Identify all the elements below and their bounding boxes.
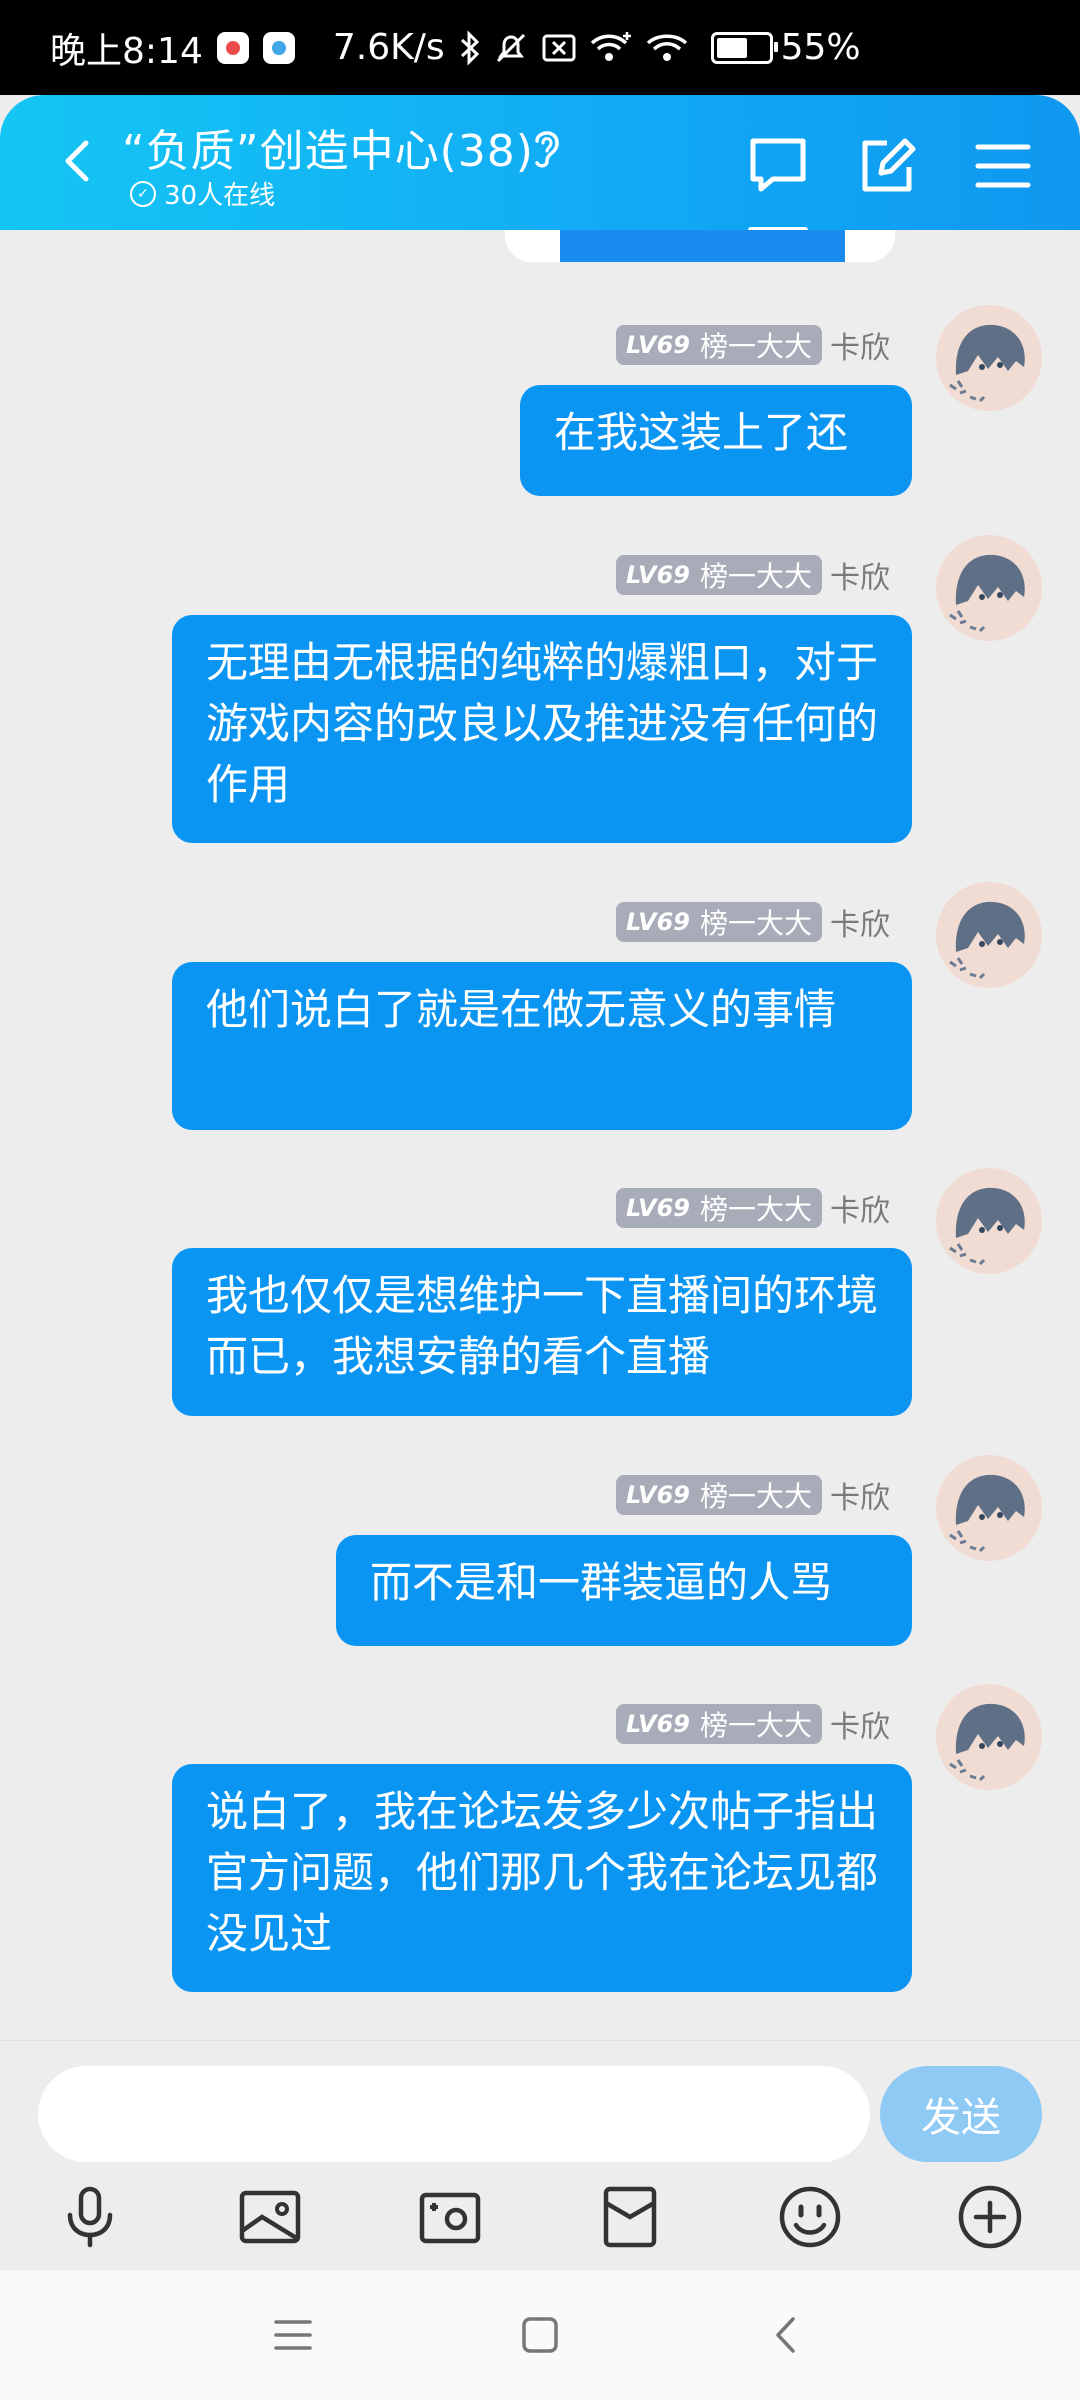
menu-icon[interactable] — [970, 133, 1036, 199]
app-notification-icon — [216, 31, 249, 64]
sender-meta: LV69 榜一大大 卡欣 — [616, 1186, 890, 1230]
member-badge: LV69 榜一大大 — [616, 555, 822, 595]
wifi-plus-icon — [589, 31, 633, 65]
message-text: 无理由无根据的纯粹的爆粗口，对于游戏内容的改良以及推进没有任何的作用 — [206, 638, 879, 809]
chat-header: “负质”创造中心(38) ✓ 30人在线 — [0, 95, 1080, 233]
red-packet-icon[interactable] — [594, 2181, 666, 2253]
sender-name[interactable]: 卡欣 — [830, 1473, 890, 1517]
title-tag: 榜一大大 — [699, 1709, 812, 1742]
level-label: LV69 — [626, 561, 690, 589]
sender-name[interactable]: 卡欣 — [830, 1186, 890, 1230]
message-bubble[interactable]: 无理由无根据的纯粹的爆粗口，对于游戏内容的改良以及推进没有任何的作用 — [172, 615, 912, 843]
emoji-icon[interactable] — [774, 2181, 846, 2253]
message-input[interactable] — [38, 2066, 870, 2162]
sender-meta: LV69 榜一大大 卡欣 — [616, 1473, 890, 1517]
bluetooth-icon — [459, 29, 481, 66]
title-tag: 榜一大大 — [699, 560, 812, 593]
sender-meta: LV69 榜一大大 卡欣 — [616, 323, 890, 367]
message-text: 在我这装上了还 — [554, 408, 849, 457]
message-text: 而不是和一群装逼的人骂 — [370, 1558, 833, 1607]
level-label: LV69 — [626, 908, 690, 936]
network-speed: 7.6K/s — [332, 27, 445, 68]
camera-icon[interactable] — [414, 2181, 486, 2253]
mute-icon — [493, 30, 529, 66]
avatar[interactable] — [936, 305, 1042, 411]
level-label: LV69 — [626, 1710, 690, 1738]
message-text: 我也仅仅是想维护一下直播间的环境而已，我想安静的看个直播 — [206, 1271, 879, 1381]
status-time: 晚上8:14 — [50, 30, 203, 72]
message-text: 说白了，我在论坛发多少次帖子指出官方问题，他们那几个我在论坛见都没见过 — [206, 1787, 879, 1958]
sender-name[interactable]: 卡欣 — [830, 553, 890, 597]
image-icon[interactable] — [234, 2181, 306, 2253]
send-button[interactable]: 发送 — [880, 2066, 1042, 2162]
title-tag: 榜一大大 — [699, 330, 812, 363]
message-list[interactable]: LV69 榜一大大 卡欣 在我这装上了还 LV69 榜一大大 卡欣 无理由无根据… — [0, 230, 1080, 2040]
online-count: ✓ 30人在线 — [130, 175, 275, 212]
ear-icon — [535, 131, 559, 168]
previous-message-content — [560, 230, 845, 262]
title-tag: 榜一大大 — [699, 907, 812, 940]
previous-message-card — [505, 230, 895, 262]
system-nav-bar — [0, 2270, 1080, 2400]
member-badge: LV69 榜一大大 — [616, 1475, 822, 1515]
level-label: LV69 — [626, 1481, 690, 1509]
title-tag: 榜一大大 — [699, 1193, 812, 1226]
member-badge: LV69 榜一大大 — [616, 1704, 822, 1744]
level-label: LV69 — [626, 1194, 690, 1222]
message-bubble[interactable]: 在我这装上了还 — [520, 385, 912, 496]
avatar[interactable] — [936, 1168, 1042, 1274]
member-badge: LV69 榜一大大 — [616, 325, 822, 365]
plus-icon[interactable] — [954, 2181, 1026, 2253]
message-text: 他们说白了就是在做无意义的事情 — [206, 985, 837, 1034]
sender-name[interactable]: 卡欣 — [830, 900, 890, 944]
message-bubble[interactable]: 他们说白了就是在做无意义的事情 — [172, 962, 912, 1130]
online-indicator-icon: ✓ — [130, 180, 156, 207]
no-sim-icon — [541, 33, 577, 63]
chat-icon[interactable] — [745, 133, 811, 199]
member-badge: LV69 榜一大大 — [616, 1188, 822, 1228]
sender-name[interactable]: 卡欣 — [830, 323, 890, 367]
title-tag: 榜一大大 — [699, 1480, 812, 1513]
edit-icon[interactable] — [855, 133, 921, 199]
sender-meta: LV69 榜一大大 卡欣 — [616, 553, 890, 597]
nav-home-icon[interactable] — [515, 2310, 565, 2360]
message-bubble[interactable]: 而不是和一群装逼的人骂 — [336, 1535, 912, 1646]
nav-back-icon[interactable] — [762, 2310, 812, 2360]
message-bubble[interactable]: 说白了，我在论坛发多少次帖子指出官方问题，他们那几个我在论坛见都没见过 — [172, 1764, 912, 1992]
avatar[interactable] — [936, 1455, 1042, 1561]
wifi-icon — [645, 31, 689, 65]
sender-name[interactable]: 卡欣 — [830, 1702, 890, 1746]
level-label: LV69 — [626, 331, 690, 359]
back-icon[interactable] — [48, 131, 108, 191]
sender-meta: LV69 榜一大大 卡欣 — [616, 900, 890, 944]
message-bubble[interactable]: 我也仅仅是想维护一下直播间的环境而已，我想安静的看个直播 — [172, 1248, 912, 1416]
app-notification-icon — [262, 31, 295, 64]
mic-icon[interactable] — [54, 2181, 126, 2253]
avatar[interactable] — [936, 1684, 1042, 1790]
battery-icon — [710, 31, 778, 64]
status-bar: 晚上8:14 7.6K/s 55% — [0, 0, 1080, 95]
group-title[interactable]: “负质”创造中心(38) — [122, 115, 534, 179]
avatar[interactable] — [936, 882, 1042, 988]
member-badge: LV69 榜一大大 — [616, 902, 822, 942]
input-bar: 发送 — [0, 2040, 1080, 2271]
battery-percent: 55% — [780, 27, 861, 68]
online-count-label: 30人在线 — [164, 181, 276, 211]
avatar[interactable] — [936, 535, 1042, 641]
nav-menu-icon[interactable] — [268, 2310, 318, 2360]
sender-meta: LV69 榜一大大 卡欣 — [616, 1702, 890, 1746]
